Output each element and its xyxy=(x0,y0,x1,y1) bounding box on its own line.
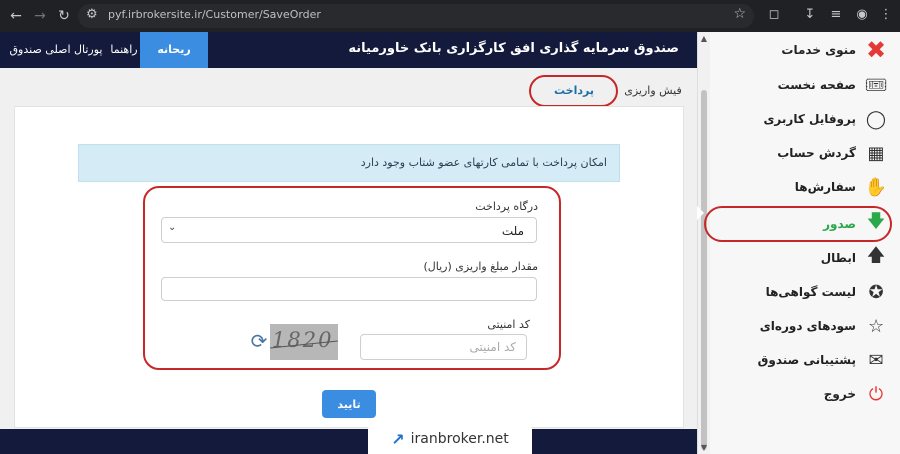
watermark-text: iranbroker.net xyxy=(410,431,509,447)
reload-icon[interactable]: ↻ xyxy=(54,6,74,26)
captcha-text: 1820 xyxy=(272,328,334,352)
sidebar-item-label: لیست گواهی‌ها xyxy=(765,285,856,299)
profile-icon[interactable]: ◉ xyxy=(852,7,872,22)
sidebar-item-logout[interactable]: ⏻ خروج xyxy=(710,377,900,411)
fund-title: صندوق سرمایه گذاری افق کارگزاری بانک خاو… xyxy=(348,41,679,56)
amount-label: مقدار مبلغ واریزی (ریال) xyxy=(423,260,538,273)
sidebar-item-account-turnover[interactable]: ▦ گردش حساب xyxy=(710,136,900,170)
sidebar-item-label: ابطال xyxy=(820,251,856,265)
address-bar[interactable]: ⚙ pyf.irbrokersite.ir/Customer/SaveOrder… xyxy=(78,4,754,28)
url-text: pyf.irbrokersite.ir/Customer/SaveOrder xyxy=(108,8,321,21)
sidebar-item-label: پروفایل کاربری xyxy=(763,112,856,126)
footer-bar xyxy=(0,429,697,454)
submit-button[interactable]: تایید xyxy=(322,390,376,418)
sidebar-item-label: صفحه نخست xyxy=(777,78,856,92)
nav-user[interactable]: ریحانه فرازی xyxy=(140,32,208,92)
power-icon: ⏻ xyxy=(868,383,884,405)
active-pointer xyxy=(697,206,704,220)
tab-highlight xyxy=(529,75,618,107)
sidebar-item-label: خروج xyxy=(823,387,856,401)
sidebar-item-profile[interactable]: ◯ پروفایل کاربری xyxy=(710,102,900,136)
sidebar-item-home[interactable]: 🎟 صفحه نخست xyxy=(710,68,900,102)
back-icon[interactable]: ← xyxy=(6,6,26,26)
certificate-icon: ✪ xyxy=(868,281,884,303)
captcha-image: 1820 xyxy=(270,324,338,360)
captcha-input[interactable] xyxy=(360,334,527,360)
gateway-selected-value: ملت xyxy=(501,224,524,238)
bookmark-star-icon[interactable]: ☆ xyxy=(733,6,746,22)
sidebar-item-label: صدور xyxy=(823,217,856,231)
arrow-up-icon: 🡅 xyxy=(866,245,886,266)
sidebar-item-label: سودهای دوره‌ای xyxy=(759,319,856,333)
hand-icon: ✋ xyxy=(864,176,888,198)
envelope-icon: ✉ xyxy=(868,349,884,371)
browser-toolbar: ← → ↻ ⚙ pyf.irbrokersite.ir/Customer/Sav… xyxy=(0,0,900,32)
download-icon[interactable]: ↧ xyxy=(800,7,820,22)
sidebar-item-orders[interactable]: ✋ سفارش‌ها xyxy=(710,170,900,204)
sidebar-item-services-menu[interactable]: ✖ منوی خدمات xyxy=(710,33,900,67)
forward-icon[interactable]: → xyxy=(30,6,50,26)
nav-fund-portal[interactable]: پورتال اصلی صندوق xyxy=(8,32,104,68)
sidebar-item-certificates[interactable]: ✪ لیست گواهی‌ها xyxy=(710,275,900,309)
close-icon[interactable]: ✖ xyxy=(864,36,888,64)
scroll-down-icon[interactable]: ▼ xyxy=(700,443,708,452)
nav-help[interactable]: راهنما xyxy=(108,32,140,68)
gateway-select[interactable]: ملت ⌄ xyxy=(161,217,537,243)
user-icon: ◯ xyxy=(865,108,887,130)
chevron-down-icon: ⌄ xyxy=(168,222,177,233)
sidebar-item-periodic-profits[interactable]: ☆ سودهای دوره‌ای xyxy=(710,309,900,343)
menu-dots-icon[interactable]: ⋮ xyxy=(876,7,896,22)
gateway-label: درگاه پرداخت xyxy=(475,200,538,213)
watermark: ↗ iranbroker.net xyxy=(368,424,532,454)
sidebar-item-label: منوی خدمات xyxy=(781,43,856,57)
scroll-up-icon[interactable]: ▲ xyxy=(700,34,708,43)
sidebar-item-redemption[interactable]: 🡅 ابطال xyxy=(710,241,900,275)
site-info-icon[interactable]: ⚙ xyxy=(86,7,98,22)
scrollbar-thumb[interactable] xyxy=(701,90,707,450)
arrow-down-icon: 🡇 xyxy=(866,211,886,232)
refresh-icon[interactable]: ⟳ xyxy=(248,330,270,352)
sidebar-item-label: گردش حساب xyxy=(777,146,856,160)
sidebar-item-label: سفارش‌ها xyxy=(794,180,856,194)
captcha-label: کد امنیتی xyxy=(487,318,530,331)
tab-deposit-slip[interactable]: فیش واریزی xyxy=(622,80,684,106)
media-icon[interactable]: ≡ xyxy=(826,7,846,22)
star-icon: ☆ xyxy=(867,315,885,337)
ticket-icon: 🎟 xyxy=(864,74,888,96)
sidebar-scrollbar[interactable]: ▲ ▼ xyxy=(698,32,710,454)
sidebar-item-label: پشتیبانی صندوق xyxy=(757,353,856,367)
site-header: صندوق سرمایه گذاری افق کارگزاری بانک خاو… xyxy=(0,32,697,92)
amount-input[interactable] xyxy=(161,277,537,301)
bar-chart-icon: ▦ xyxy=(867,142,885,164)
trend-icon: ↗ xyxy=(391,429,405,449)
sidebar-item-issuance[interactable]: 🡇 صدور xyxy=(710,207,900,241)
sidebar: ▲ ▼ ✖ منوی خدمات 🎟 صفحه نخست ◯ پروفایل ک… xyxy=(697,32,900,454)
info-alert: امکان پرداخت با تمامی کارتهای عضو شتاب و… xyxy=(78,144,620,182)
sidebar-item-support[interactable]: ✉ پشتیبانی صندوق xyxy=(710,343,900,377)
extensions-icon[interactable]: ◻ xyxy=(764,7,784,22)
